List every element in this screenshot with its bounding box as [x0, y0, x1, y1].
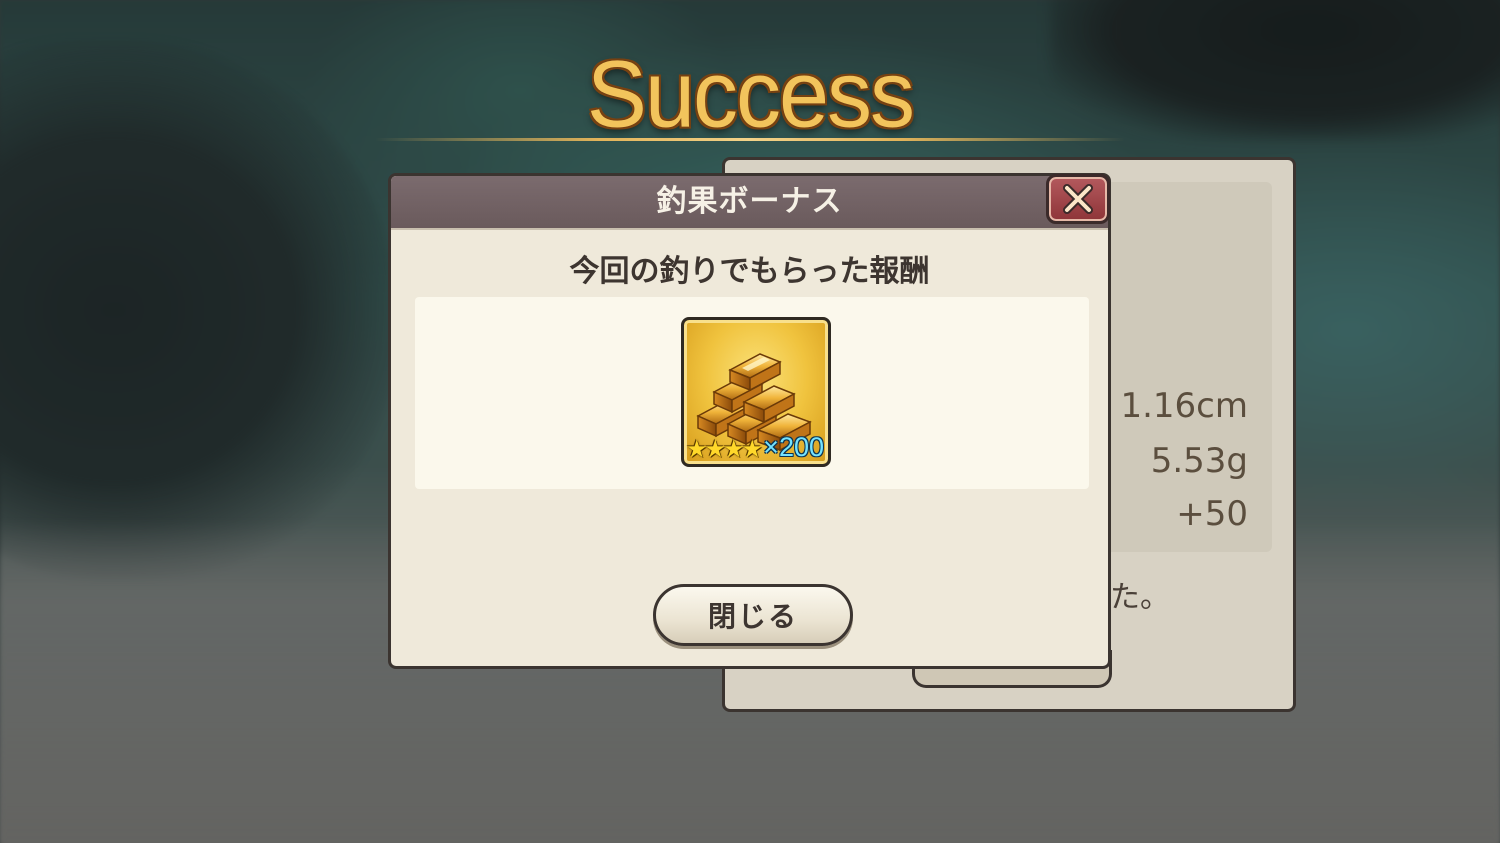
reward-rarity-stars: ★★★★	[686, 435, 763, 463]
close-button[interactable]: 閉じる	[653, 584, 853, 646]
close-x-icon	[1063, 184, 1093, 214]
result-weight: 5.53g	[1150, 441, 1248, 481]
result-points: +50	[1176, 494, 1248, 534]
dialog-title: 釣果ボーナス	[656, 184, 843, 219]
reward-item[interactable]: ★★★★ ×200	[681, 317, 831, 467]
close-x-button[interactable]	[1046, 174, 1110, 224]
bonus-dialog: 釣果ボーナス 今回の釣りでもらった報酬 ★★★★ ×200 閉じる	[388, 173, 1111, 669]
success-title: Success	[586, 42, 915, 148]
reward-quantity: ×200	[763, 432, 824, 462]
reward-area: ★★★★ ×200	[415, 297, 1089, 489]
dialog-subtitle: 今回の釣りでもらった報酬	[569, 254, 930, 289]
result-message: た。	[1110, 580, 1170, 615]
result-size: 1.16cm	[1120, 386, 1248, 426]
